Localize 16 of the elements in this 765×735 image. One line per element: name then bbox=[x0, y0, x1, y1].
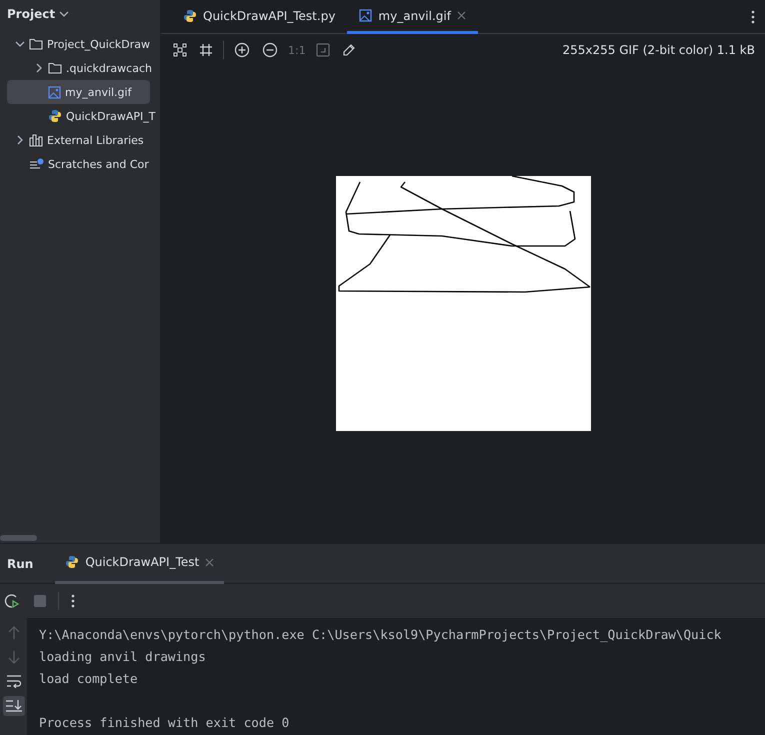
image-info: 255x255 GIF (2-bit color) 1.1 kB bbox=[562, 43, 755, 57]
console-line: load complete bbox=[39, 670, 139, 688]
tree-item[interactable]: my_anvil.gif bbox=[7, 80, 150, 104]
tree-item[interactable]: QuickDrawAPI_T bbox=[7, 104, 160, 128]
editor-tab[interactable]: my_anvil.gif bbox=[347, 0, 478, 34]
tree-item[interactable]: Scratches and Cor bbox=[7, 152, 160, 176]
tree-item[interactable]: Project_QuickDraw bbox=[7, 32, 160, 56]
console-line: Process finished with exit code 0 bbox=[39, 714, 290, 732]
tree-item[interactable]: .quickdrawcach bbox=[7, 56, 160, 80]
run-panel-title: Run bbox=[7, 556, 34, 570]
panel-title[interactable]: Project bbox=[7, 7, 56, 21]
tree-item[interactable]: External Libraries bbox=[7, 128, 160, 152]
editor-tab[interactable]: QuickDrawAPI_Test.py bbox=[171, 0, 348, 34]
console-line: loading anvil drawings bbox=[39, 648, 207, 666]
console-line: Y:\Anaconda\envs\pytorch\python.exe C:\Users\ksol9\PycharmProjects\Project_QuickDraw\Quick bbox=[39, 626, 722, 644]
run-tab[interactable]: QuickDrawAPI_Test bbox=[55, 544, 224, 584]
